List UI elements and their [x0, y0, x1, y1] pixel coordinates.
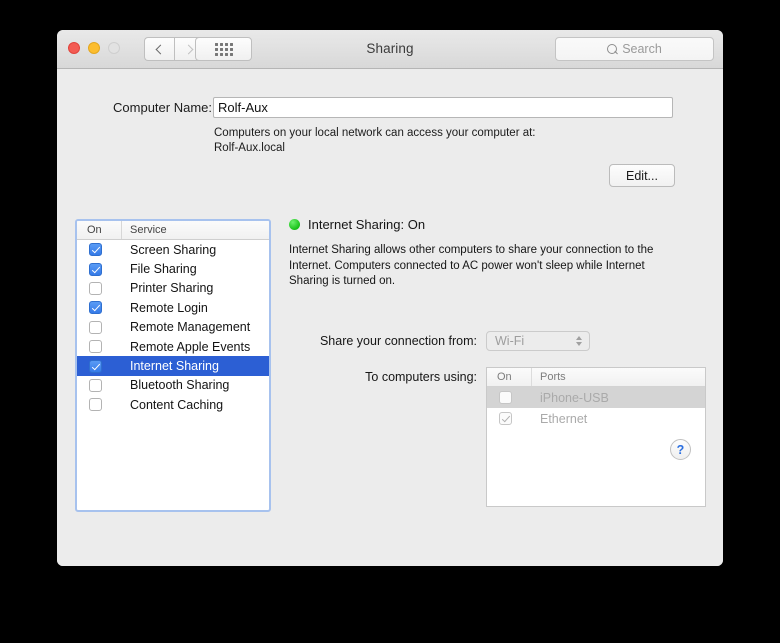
service-row-printer-sharing[interactable]: Printer Sharing: [77, 279, 269, 298]
to-computers-row: To computers using: On Ports iPhone-USB: [289, 367, 706, 507]
service-row-content-caching[interactable]: Content Caching: [77, 395, 269, 414]
service-label: Screen Sharing: [130, 242, 217, 257]
service-row-remote-login[interactable]: Remote Login: [77, 298, 269, 317]
service-label: Remote Management: [130, 320, 251, 335]
port-label: Ethernet: [540, 411, 588, 426]
hostname-note-line2: Rolf-Aux.local: [214, 142, 285, 154]
ports-table-header: On Ports: [487, 368, 705, 387]
service-description: Internet Sharing allows other computers …: [289, 244, 654, 287]
status-indicator-icon: [289, 219, 300, 230]
service-label: Remote Apple Events: [130, 339, 251, 354]
service-label: Remote Login: [130, 300, 208, 315]
computer-name-value: Rolf-Aux: [218, 100, 268, 115]
checkbox-checked-icon[interactable]: [89, 359, 102, 373]
service-checkbox-cell[interactable]: [77, 340, 122, 354]
service-label: File Sharing: [130, 262, 197, 277]
checkbox-unchecked-icon[interactable]: [89, 398, 102, 412]
ports-column-ports: Ports: [540, 371, 566, 383]
service-row-remote-apple-events[interactable]: Remote Apple Events: [77, 337, 269, 356]
service-checkbox-cell[interactable]: [77, 398, 122, 412]
services-column-service: Service: [130, 224, 167, 236]
services-list-header: On Service: [77, 221, 269, 240]
service-detail-panel: Internet Sharing: On Internet Sharing al…: [289, 217, 709, 507]
checkbox-unchecked-icon[interactable]: [89, 378, 102, 392]
ports-table[interactable]: On Ports iPhone-USB Ethernet: [486, 367, 706, 507]
service-checkbox-cell[interactable]: [77, 359, 122, 373]
ports-column-on: On: [487, 368, 532, 386]
service-checkbox-cell[interactable]: [77, 378, 122, 392]
checkbox-checked-icon[interactable]: [89, 301, 102, 315]
checkbox-unchecked-icon[interactable]: [89, 281, 102, 295]
service-checkbox-cell[interactable]: [77, 281, 122, 295]
service-row-bluetooth-sharing[interactable]: Bluetooth Sharing: [77, 376, 269, 395]
checkbox-checked-icon[interactable]: [89, 243, 102, 257]
service-checkbox-cell[interactable]: [77, 320, 122, 334]
checkbox-unchecked-icon[interactable]: [89, 320, 102, 334]
service-checkbox-cell[interactable]: [77, 243, 122, 257]
ports-table-row[interactable]: iPhone-USB: [487, 387, 705, 408]
sharing-preferences-window: Sharing Search Computer Name: Rolf-Aux C…: [57, 30, 723, 566]
port-checkbox-cell[interactable]: [487, 391, 532, 404]
services-list[interactable]: On Service Screen Sharing File Sharing P…: [75, 219, 271, 512]
service-row-remote-management[interactable]: Remote Management: [77, 318, 269, 337]
service-label: Bluetooth Sharing: [130, 378, 230, 393]
share-from-label: Share your connection from:: [319, 334, 477, 348]
port-checkbox-cell[interactable]: [487, 412, 532, 425]
service-label: Internet Sharing: [130, 359, 219, 374]
local-hostname-note: Computers on your local network can acce…: [214, 126, 634, 156]
checkbox-unchecked-icon[interactable]: [499, 391, 512, 404]
share-from-popup[interactable]: Wi-Fi: [486, 331, 590, 351]
to-computers-label: To computers using:: [365, 370, 477, 384]
services-column-on: On: [77, 221, 122, 239]
checkbox-checked-icon[interactable]: [499, 412, 512, 425]
share-from-row: Share your connection from: Wi-Fi: [289, 331, 709, 351]
window-content: Computer Name: Rolf-Aux Computers on you…: [57, 69, 723, 566]
service-row-screen-sharing[interactable]: Screen Sharing: [77, 240, 269, 259]
search-placeholder: Search: [622, 42, 662, 56]
service-label: Content Caching: [130, 397, 224, 412]
service-status-text: Internet Sharing: On: [308, 217, 426, 232]
magnifier-icon: [607, 44, 618, 54]
checkbox-checked-icon[interactable]: [89, 262, 102, 276]
computer-name-label: Computer Name:: [113, 100, 212, 115]
hostname-note-line1: Computers on your local network can acce…: [214, 127, 536, 139]
share-from-value: Wi-Fi: [495, 334, 525, 348]
help-button[interactable]: ?: [670, 439, 691, 460]
computer-name-input[interactable]: Rolf-Aux: [213, 97, 673, 118]
checkbox-unchecked-icon[interactable]: [89, 340, 102, 354]
window-titlebar: Sharing Search: [57, 30, 723, 69]
chevron-updown-icon: [568, 336, 582, 346]
port-label: iPhone-USB: [540, 390, 609, 405]
search-field[interactable]: Search: [555, 37, 714, 61]
service-checkbox-cell[interactable]: [77, 301, 122, 315]
edit-button[interactable]: Edit...: [609, 164, 675, 187]
service-label: Printer Sharing: [130, 281, 214, 296]
service-row-internet-sharing[interactable]: Internet Sharing: [77, 356, 269, 376]
service-status-line: Internet Sharing: On: [289, 217, 709, 232]
service-row-file-sharing[interactable]: File Sharing: [77, 259, 269, 278]
ports-table-row[interactable]: Ethernet: [487, 408, 705, 429]
service-checkbox-cell[interactable]: [77, 262, 122, 276]
